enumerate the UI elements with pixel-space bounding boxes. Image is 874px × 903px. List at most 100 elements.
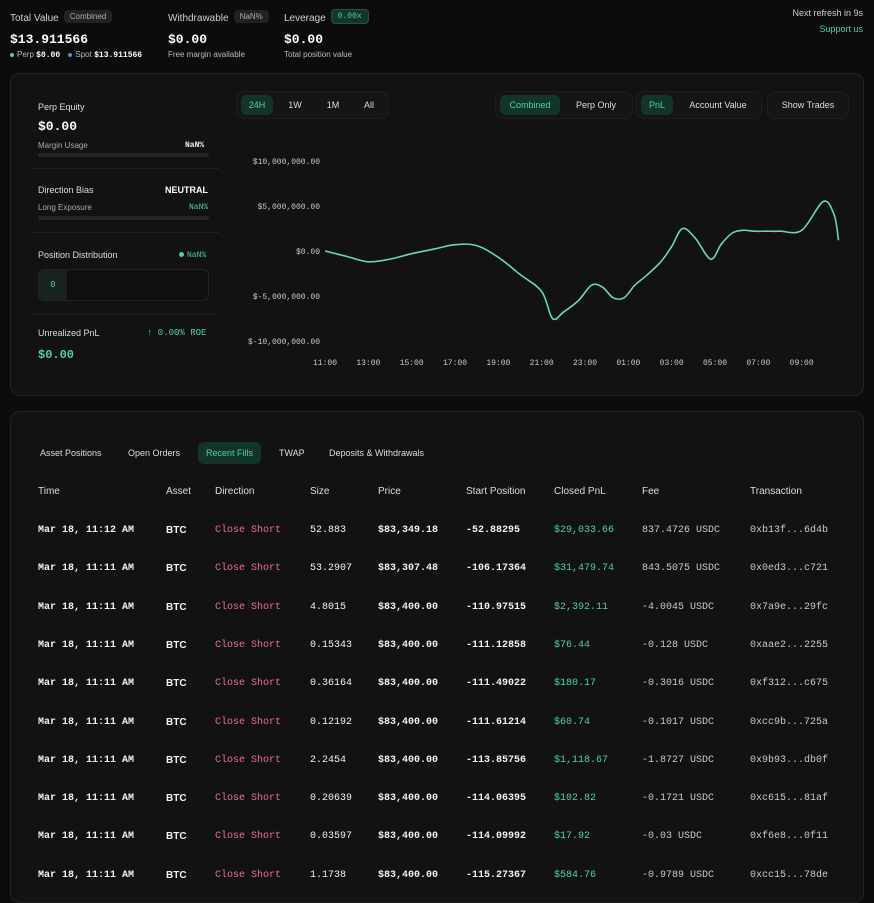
cell-direction: Close Short [215, 601, 282, 613]
fills-panel: Asset Positions Open Orders Recent Fills… [10, 411, 864, 903]
column-header-price[interactable]: Price [378, 486, 401, 497]
mode-combined-button[interactable]: Combined [500, 95, 560, 115]
distribution-dot-icon [179, 252, 184, 258]
tab-recent-fills[interactable]: Recent Fills [198, 442, 262, 464]
range-1m-button[interactable]: 1M [317, 95, 349, 115]
cell-start-position: -111.49022 [466, 678, 527, 690]
x-tick-label: 13:00 [356, 359, 380, 368]
withdrawable-label: Withdrawable [168, 13, 229, 24]
cell-asset: BTC [166, 563, 187, 575]
cell-size: 0.03597 [310, 831, 353, 843]
tab-open-orders[interactable]: Open Orders [120, 442, 188, 464]
summary-divider [31, 168, 219, 169]
cell-price: $83,400.00 [378, 639, 439, 651]
cell-start-position: -106.17364 [466, 563, 527, 575]
position-distribution-box: 0 [38, 269, 209, 301]
y-tick-label: $0.00 [296, 248, 320, 257]
x-tick-label: 11:00 [313, 359, 337, 368]
metric-account-value-button[interactable]: Account Value [677, 95, 759, 115]
column-header-time[interactable]: Time [38, 486, 60, 497]
cell-transaction[interactable]: 0xf312...c675 [750, 678, 828, 689]
position-distribution-label: Position Distribution [38, 250, 118, 260]
cell-size: 0.12192 [310, 716, 353, 728]
column-header-fee[interactable]: Fee [642, 486, 659, 497]
tab-twap[interactable]: TWAP [271, 442, 313, 464]
mode-perp-only-button[interactable]: Perp Only [564, 95, 628, 115]
cell-transaction[interactable]: 0xaae2...2255 [750, 640, 828, 651]
cell-transaction[interactable]: 0xc615...81af [750, 793, 828, 804]
cell-start-position: -110.97515 [466, 601, 527, 613]
cell-closed-pnl: $1,118.67 [554, 754, 609, 766]
spot-label: Spot [75, 50, 92, 59]
cell-direction: Close Short [215, 525, 282, 536]
refresh-timer: Next refresh in 9s [792, 8, 863, 18]
cell-closed-pnl: $76.44 [554, 639, 591, 651]
unrealized-pnl-label: Unrealized PnL [38, 328, 100, 338]
leverage-label: Leverage [284, 13, 326, 24]
cell-transaction[interactable]: 0x7a9e...29fc [750, 602, 828, 613]
x-tick-label: 17:00 [443, 359, 467, 368]
cell-price: $83,349.18 [378, 525, 439, 536]
cell-transaction[interactable]: 0xcc9b...725a [750, 717, 828, 728]
cell-size: 0.15343 [310, 639, 353, 651]
y-tick-label: $-10,000,000.00 [248, 338, 320, 347]
cell-start-position: -114.09992 [466, 831, 527, 843]
cell-fee: 837.4726 USDC [642, 525, 721, 536]
leverage-sub: Total position value [284, 50, 353, 59]
x-tick-label: 21:00 [530, 359, 554, 368]
cell-transaction[interactable]: 0x0ed3...c721 [750, 563, 828, 574]
margin-usage-bar [38, 153, 209, 157]
cell-closed-pnl: $180.17 [554, 678, 597, 690]
tab-deposits-withdrawals[interactable]: Deposits & Withdrawals [321, 442, 432, 464]
cell-closed-pnl: $17.92 [554, 831, 591, 843]
support-link[interactable]: Support us [792, 24, 863, 34]
position-distribution-value-wrap: NaN% [179, 250, 206, 260]
metric-pnl-button[interactable]: PnL [641, 95, 673, 115]
cell-size: 52.883 [310, 525, 347, 536]
cell-time: Mar 18, 11:11 AM [38, 831, 135, 843]
column-header-asset[interactable]: Asset [166, 486, 191, 497]
leverage-block: Leverage 0.00x $0.00 Total position value [284, 8, 369, 59]
pnl-chart[interactable]: $10,000,000.00 $5,000,000.00 $0.00 $-5,000,… [241, 144, 853, 374]
range-all-button[interactable]: All [353, 95, 385, 115]
cell-fee: 843.5075 USDC [642, 563, 721, 575]
cell-transaction[interactable]: 0xf6e8...0f11 [750, 831, 828, 842]
cell-transaction[interactable]: 0xb13f...6d4b [750, 525, 828, 536]
perp-dot-icon [10, 52, 14, 57]
cell-transaction[interactable]: 0xcc15...78de [750, 870, 828, 881]
direction-bias-value: NEUTRAL [165, 185, 208, 195]
column-header-size[interactable]: Size [310, 486, 329, 497]
cell-direction: Close Short [215, 869, 282, 881]
cell-size: 0.36164 [310, 678, 353, 690]
long-exposure-label: Long Exposure [38, 203, 92, 212]
cell-size: 0.20639 [310, 793, 353, 805]
cell-asset: BTC [166, 716, 187, 728]
position-distribution-value: NaN% [187, 251, 207, 260]
perp-label: Perp [17, 50, 34, 59]
withdrawable-value: $0.00 [168, 32, 208, 47]
column-header-closed-pnl[interactable]: Closed PnL [554, 486, 606, 497]
column-header-direction[interactable]: Direction [215, 486, 254, 497]
column-header-start-position[interactable]: Start Position [466, 486, 525, 497]
metric-selector: PnL Account Value [636, 91, 762, 119]
range-24h-button[interactable]: 24H [241, 95, 273, 115]
show-trades-button[interactable]: Show Trades [771, 95, 845, 115]
combined-pill[interactable]: Combined [63, 10, 113, 24]
x-tick-label: 15:00 [400, 359, 424, 368]
cell-price: $83,400.00 [378, 793, 439, 805]
total-value-block: Total Value Combined $13.911566 Perp $0.0… [10, 8, 142, 60]
cell-asset: BTC [166, 754, 187, 766]
cell-size: 4.8015 [310, 601, 347, 613]
cell-price: $83,400.00 [378, 678, 439, 690]
cell-asset: BTC [166, 793, 187, 805]
cell-direction: Close Short [215, 793, 282, 805]
range-1w-button[interactable]: 1W [279, 95, 311, 115]
x-tick-label: 05:00 [703, 359, 727, 368]
cell-time: Mar 18, 11:11 AM [38, 639, 135, 651]
column-header-transaction[interactable]: Transaction [750, 486, 802, 497]
cell-transaction[interactable]: 0x9b93...db0f [750, 755, 828, 766]
cell-time: Mar 18, 11:12 AM [38, 525, 135, 536]
tab-asset-positions[interactable]: Asset Positions [32, 442, 110, 464]
perp-equity-label: Perp Equity [38, 102, 85, 112]
cell-closed-pnl: $60.74 [554, 716, 591, 728]
